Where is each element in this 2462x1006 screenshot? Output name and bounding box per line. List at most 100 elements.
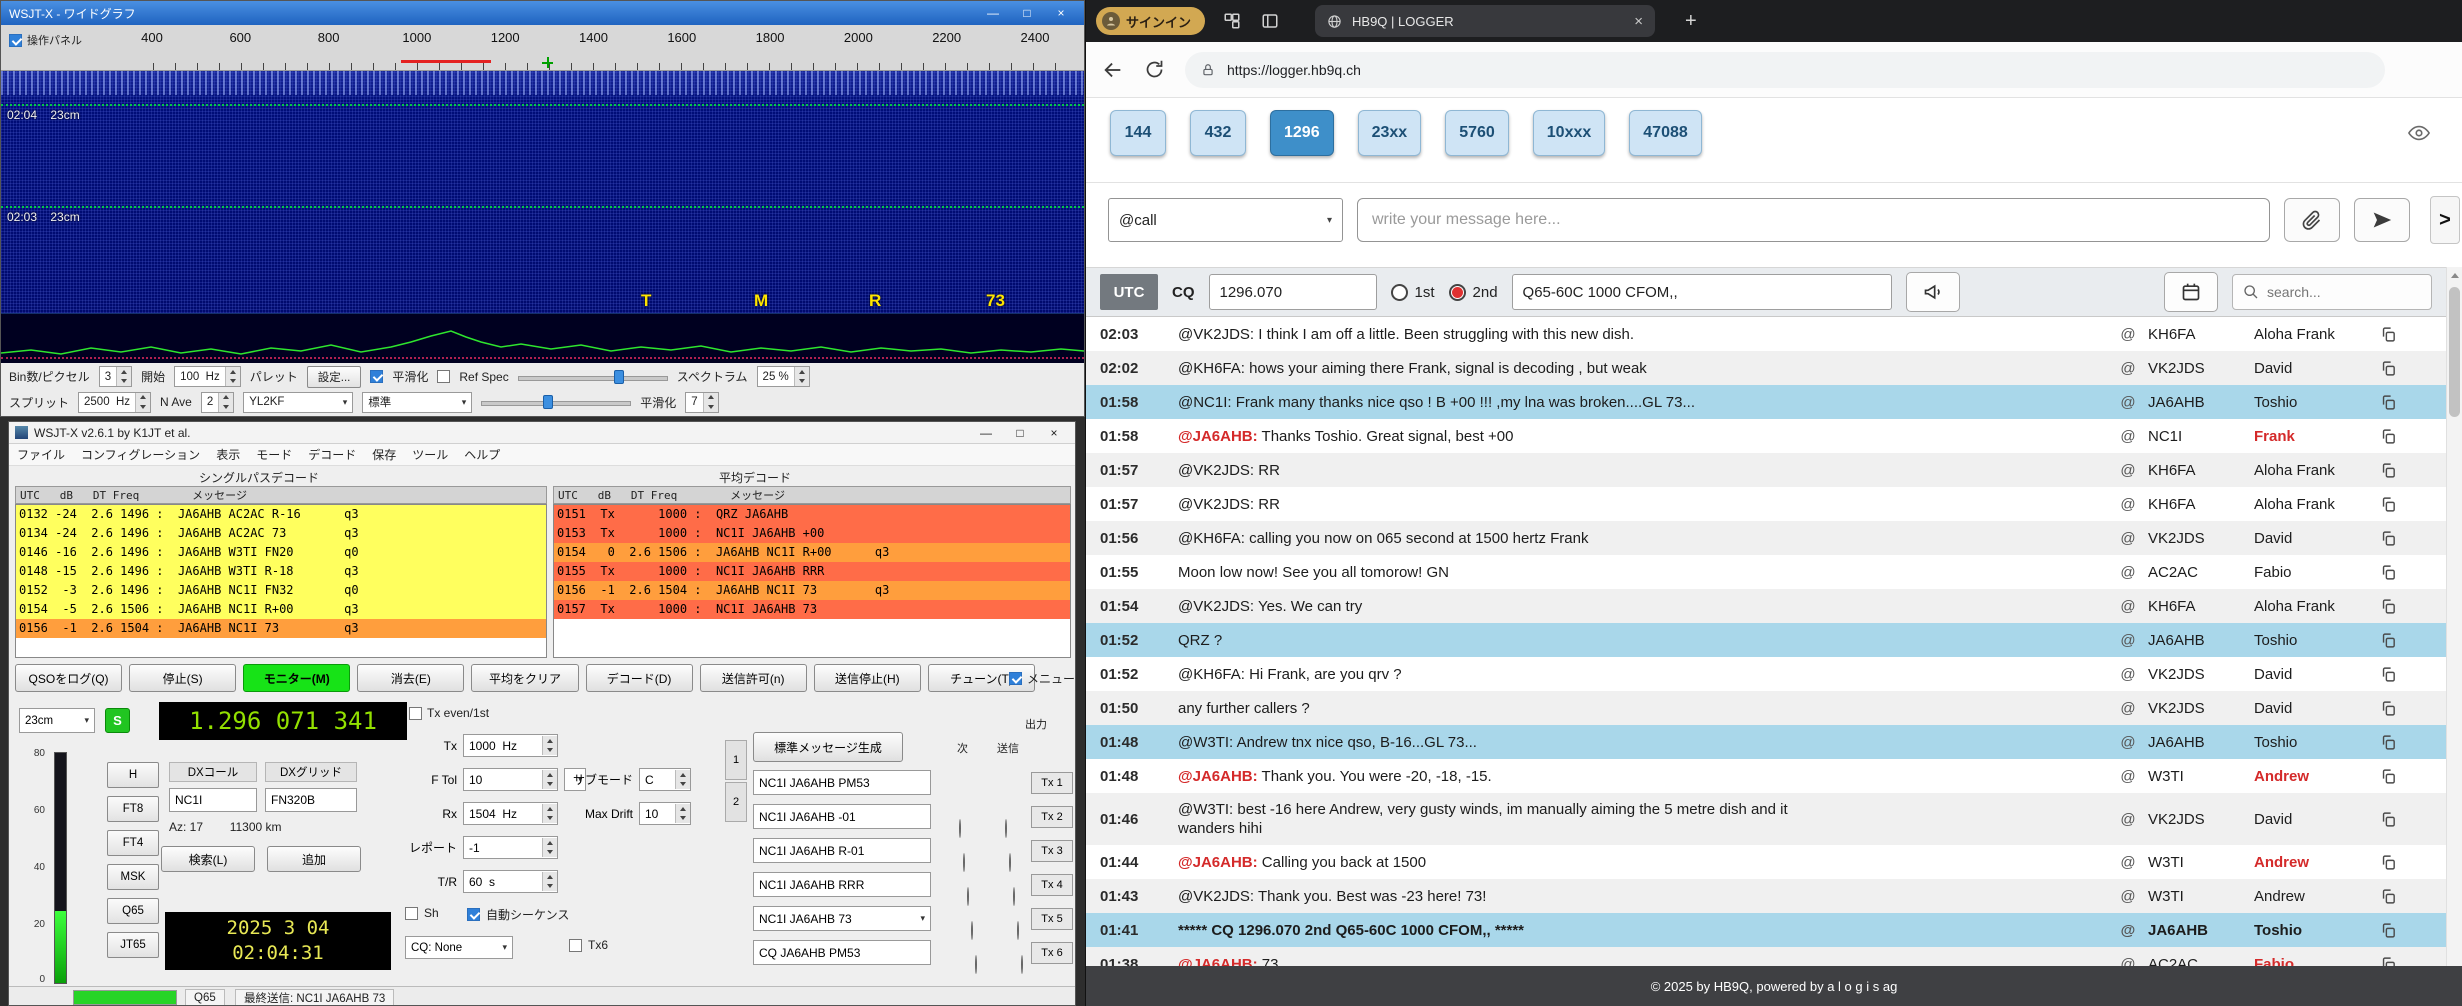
menu-item[interactable]: ヘルプ [464,446,500,463]
cq-mode-input[interactable] [1511,274,1892,310]
panel-expand-handle[interactable]: > [2430,196,2460,244]
copy-icon[interactable] [2380,394,2397,411]
mention-button[interactable]: @ [2108,530,2148,547]
chat-row[interactable]: 01:50 any further callers ? @ VK2JDS Dav… [1086,691,2446,725]
chat-callsign[interactable]: KH6FA [2148,462,2254,479]
chat-callsign[interactable]: VK2JDS [2148,360,2254,377]
chat-row[interactable]: 01:44 @JA6AHB: Calling you back at 1500 … [1086,845,2446,879]
mention-button[interactable]: @ [2108,496,2148,513]
tx3-button[interactable]: Tx 3 [1031,840,1073,862]
chat-callsign[interactable]: KH6FA [2148,598,2254,615]
chat-callsign[interactable]: JA6AHB [2148,632,2254,649]
band-button[interactable]: 23xx [1357,110,1422,156]
mention-button[interactable]: @ [2108,854,2148,871]
band-button[interactable]: 47088 [1629,110,1702,156]
mention-button[interactable]: @ [2108,666,2148,683]
chat-row[interactable]: 01:58 @NC1I: Frank many thanks nice qso … [1086,385,2446,419]
copy-icon[interactable] [2380,734,2397,751]
chat-callsign[interactable]: KH6FA [2148,326,2254,343]
tx1-send-radio[interactable] [1005,819,1007,838]
mention-button[interactable]: @ [2108,768,2148,785]
tx2-next-radio[interactable] [963,853,965,872]
mode-button[interactable]: MSK [107,864,159,890]
navg-spinner[interactable]: 2 [200,391,235,413]
action-button[interactable]: 送信許可(n) [699,664,807,692]
browser-tab[interactable]: HB9Q | LOGGER × [1315,5,1656,37]
minimize-icon[interactable]: — [971,423,1001,442]
tx3-next-radio[interactable] [967,887,969,906]
chat-row[interactable]: 01:54 @VK2JDS: Yes. We can try @ KH6FA A… [1086,589,2446,623]
dx-call-field[interactable]: NC1I [169,788,257,812]
action-button[interactable]: 送信停止(H) [813,664,921,692]
mention-button[interactable]: @ [2108,360,2148,377]
message-input[interactable] [1357,198,2270,242]
chat-row[interactable]: 01:58 @JA6AHB: Thanks Toshio. Great sign… [1086,419,2446,453]
decode-line[interactable]: 0152 -3 2.6 1496 : JA6AHB NC1I FN32 q0 [16,581,546,600]
copy-icon[interactable] [2380,888,2397,905]
ref-spec-checkbox[interactable] [437,370,451,383]
tab-1[interactable]: 1 [725,740,747,780]
announce-button[interactable] [1905,272,1960,312]
chat-callsign[interactable]: VK2JDS [2148,700,2254,717]
chat-callsign[interactable]: VK2JDS [2148,530,2254,547]
action-button[interactable]: モニター(M) [243,664,351,692]
tx5-next-radio[interactable] [975,955,977,974]
mention-button[interactable]: @ [2108,394,2148,411]
copy-icon[interactable] [2380,564,2397,581]
mention-button[interactable]: @ [2108,922,2148,939]
scroll-up-arrow[interactable] [2447,267,2462,283]
smooth-spinner[interactable]: 7 [685,391,719,413]
calendar-button[interactable] [2164,272,2218,312]
decode-line[interactable]: 0156 -1 2.6 1504 : JA6AHB NC1I 73 q3 [16,619,546,638]
chat-callsign[interactable]: JA6AHB [2148,734,2254,751]
minimize-icon[interactable]: — [978,4,1008,23]
mode-button[interactable]: Q65 [107,898,159,924]
tx4-send-radio[interactable] [1017,921,1019,940]
start-spinner[interactable]: 100 Hz [174,366,241,387]
status-indicator-button[interactable]: S [105,708,130,733]
copy-icon[interactable] [2380,632,2397,649]
adjust-button[interactable]: 設定... [306,365,362,388]
tx-message-combo[interactable]: NC1I JA6AHB 73 ▾ [753,906,931,931]
generate-messages-button[interactable]: 標準メッセージ生成 [753,732,903,762]
decode-line[interactable]: 0154 0 2.6 1506 : JA6AHB NC1I R+00 q3 [554,543,1070,562]
decode-line[interactable]: 0148 -15 2.6 1496 : JA6AHB W3TI R-18 q3 [16,562,546,581]
menu-item[interactable]: デコード [308,446,356,463]
chat-row[interactable]: 01:46 @W3TI: best -16 here Andrew, very … [1086,793,2446,845]
mention-button[interactable]: @ [2108,462,2148,479]
band-select[interactable]: 23cm ▾ [19,708,95,733]
menu-item[interactable]: 表示 [216,446,240,463]
mention-button[interactable]: @ [2108,700,2148,717]
back-icon[interactable] [1102,59,1124,81]
decode-line[interactable]: 0134 -24 2.6 1496 : JA6AHB AC2AC 73 q3 [16,524,546,543]
mention-button[interactable]: @ [2108,564,2148,581]
send-button[interactable] [2354,198,2410,242]
band-button[interactable]: 10xxx [1532,110,1606,156]
average-decode-list[interactable]: 0151 Tx 1000 : QRZ JA6AHB 0153 Tx 1000 : … [553,504,1071,658]
max-drift-spinner[interactable]: 10 [639,802,691,825]
chat-row[interactable]: 01:43 @VK2JDS: Thank you. Best was -23 h… [1086,879,2446,913]
action-button[interactable]: 平均をクリア [471,664,579,692]
chat-row[interactable]: 01:57 @VK2JDS: RR @ KH6FA Aloha Frank [1086,487,2446,521]
action-button[interactable]: 停止(S) [129,664,237,692]
vertical-tabs-icon[interactable] [1259,10,1281,32]
chat-row[interactable]: 02:03 @VK2JDS: I think I am off a little… [1086,317,2446,351]
tx4-button[interactable]: Tx 4 [1031,874,1073,896]
new-tab-icon[interactable]: + [1685,10,1697,33]
mention-button[interactable]: @ [2108,811,2148,828]
maximize-icon[interactable]: □ [1012,4,1042,23]
address-bar[interactable]: https://logger.hb9q.ch [1185,51,2385,88]
tx1-button[interactable]: Tx 1 [1031,772,1073,794]
tx-freq-spinner[interactable]: 1000 Hz [463,734,558,757]
single-decode-list[interactable]: 0132 -24 2.6 1496 : JA6AHB AC2AC R-16 q3… [15,504,547,658]
report-spinner[interactable]: -1 [463,836,558,859]
scroll-thumb[interactable] [2449,287,2460,417]
chat-row[interactable]: 01:57 @VK2JDS: RR @ KH6FA Aloha Frank [1086,453,2446,487]
zero-slider[interactable] [481,393,632,411]
decode-line[interactable]: 0156 -1 2.6 1504 : JA6AHB NC1I 73 q3 [554,581,1070,600]
tx6-button[interactable]: Tx 6 [1031,942,1073,964]
palette-select[interactable]: YL2KF ▾ [243,391,354,413]
add-button[interactable]: 追加 [267,846,361,872]
copy-icon[interactable] [2380,666,2397,683]
copy-icon[interactable] [2380,854,2397,871]
